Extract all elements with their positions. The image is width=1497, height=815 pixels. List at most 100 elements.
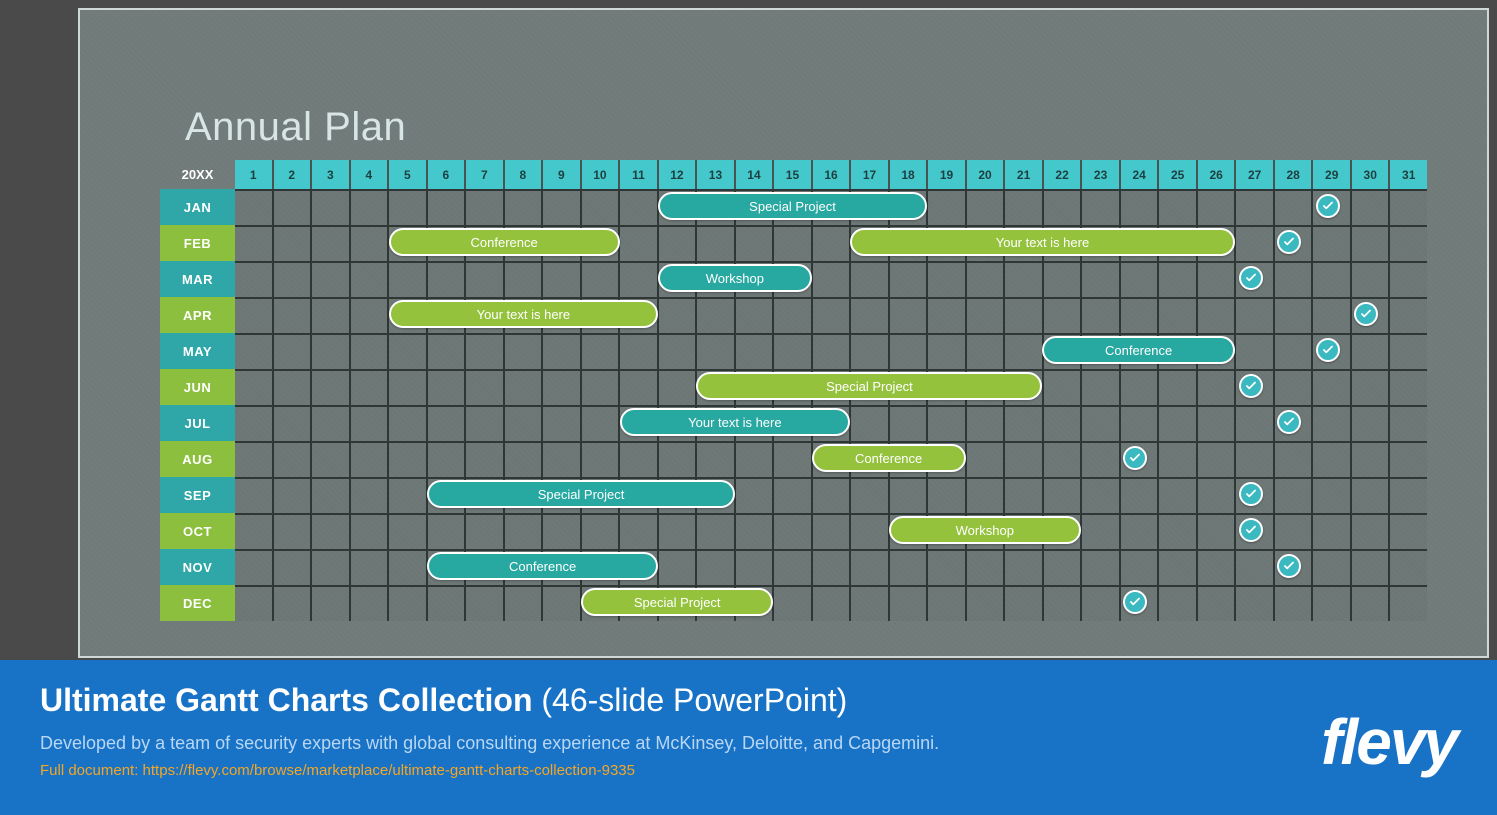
- gantt-bar: Conference: [1042, 336, 1234, 364]
- grid-cell: [464, 261, 503, 297]
- grid-cell: [1119, 513, 1158, 549]
- grid-cell: [1157, 297, 1196, 333]
- day-header: 2: [272, 160, 311, 189]
- day-header: 13: [695, 160, 734, 189]
- gantt-lane: Your text is here: [235, 297, 1427, 333]
- grid-cell: [310, 333, 349, 369]
- stage: Annual Plan 20XX123456789101112131415161…: [0, 0, 1497, 815]
- grid-cell: [772, 225, 811, 261]
- grid-cell: [464, 405, 503, 441]
- grid-cell: [426, 333, 465, 369]
- grid-cell: [464, 189, 503, 225]
- day-header: 7: [464, 160, 503, 189]
- banner-description: Developed by a team of security experts …: [40, 733, 1457, 754]
- month-label: APR: [160, 297, 235, 333]
- grid-cell: [695, 333, 734, 369]
- grid-cell: [464, 513, 503, 549]
- grid-cell: [965, 405, 1004, 441]
- grid-cell: [272, 189, 311, 225]
- grid-cell: [272, 549, 311, 585]
- gantt-bar: Your text is here: [389, 300, 658, 328]
- grid-cell: [349, 369, 388, 405]
- grid-cell: [503, 369, 542, 405]
- grid-cell: [349, 441, 388, 477]
- grid-cell: [811, 549, 850, 585]
- check-icon: [1354, 302, 1378, 326]
- brand-logo: flevy: [1321, 705, 1457, 779]
- gantt-lane: Conference: [235, 441, 1427, 477]
- grid-cell: [926, 261, 965, 297]
- grid-cell: [310, 585, 349, 621]
- grid-cell: [695, 549, 734, 585]
- day-header: 22: [1042, 160, 1081, 189]
- grid-cell: [772, 549, 811, 585]
- grid-cell: [1080, 549, 1119, 585]
- grid-cell: [272, 225, 311, 261]
- grid-cell: [734, 297, 773, 333]
- day-header: 20: [965, 160, 1004, 189]
- grid-cell: [1388, 333, 1427, 369]
- day-header: 10: [580, 160, 619, 189]
- gantt-bar: Special Project: [658, 192, 927, 220]
- banner-link[interactable]: Full document: https://flevy.com/browse/…: [40, 762, 1457, 779]
- grid-cell: [965, 549, 1004, 585]
- year-label: 20XX: [160, 160, 235, 189]
- grid-cell: [657, 369, 696, 405]
- grid-cell: [387, 585, 426, 621]
- grid-cell: [1196, 549, 1235, 585]
- grid-cell: [1196, 585, 1235, 621]
- grid-cell: [464, 333, 503, 369]
- grid-cell: [1042, 369, 1081, 405]
- grid-cell: [235, 261, 272, 297]
- day-header: 24: [1119, 160, 1158, 189]
- month-label: JAN: [160, 189, 235, 225]
- grid-cell: [310, 297, 349, 333]
- grid-cell: [618, 189, 657, 225]
- grid-cell: [580, 441, 619, 477]
- grid-cell: [926, 477, 965, 513]
- grid-cell: [387, 405, 426, 441]
- grid-cell: [310, 405, 349, 441]
- banner-title-rest: (46-slide PowerPoint): [533, 682, 848, 718]
- grid-cell: [965, 261, 1004, 297]
- grid-cell: [310, 549, 349, 585]
- grid-cell: [888, 549, 927, 585]
- grid-cell: [235, 549, 272, 585]
- check-icon: [1239, 374, 1263, 398]
- grid-cell: [734, 549, 773, 585]
- gantt-lane: Special Project: [235, 189, 1427, 225]
- grid-cell: [849, 405, 888, 441]
- grid-cell: [349, 585, 388, 621]
- grid-cell: [235, 477, 272, 513]
- grid-cell: [734, 513, 773, 549]
- grid-cell: [965, 585, 1004, 621]
- month-label: JUN: [160, 369, 235, 405]
- grid-cell: [272, 441, 311, 477]
- grid-cell: [811, 333, 850, 369]
- grid-cell: [426, 405, 465, 441]
- grid-cell: [1080, 477, 1119, 513]
- grid-cell: [1350, 333, 1389, 369]
- gantt-lane: Special Project: [235, 369, 1427, 405]
- grid-cell: [1273, 441, 1312, 477]
- grid-cell: [1388, 477, 1427, 513]
- grid-cell: [1157, 549, 1196, 585]
- grid-cell: [657, 549, 696, 585]
- grid-cell: [541, 261, 580, 297]
- grid-cell: [1003, 261, 1042, 297]
- grid-cell: [503, 441, 542, 477]
- grid-cell: [1350, 513, 1389, 549]
- grid-cell: [464, 369, 503, 405]
- grid-cell: [1003, 549, 1042, 585]
- grid-cell: [235, 585, 272, 621]
- grid-cell: [926, 333, 965, 369]
- grid-cell: [349, 225, 388, 261]
- grid-cell: [695, 297, 734, 333]
- day-header: 29: [1311, 160, 1350, 189]
- grid-cell: [1003, 405, 1042, 441]
- grid-cell: [1311, 261, 1350, 297]
- grid-cell: [1119, 261, 1158, 297]
- grid-cell: [734, 441, 773, 477]
- grid-cell: [541, 369, 580, 405]
- grid-cell: [235, 225, 272, 261]
